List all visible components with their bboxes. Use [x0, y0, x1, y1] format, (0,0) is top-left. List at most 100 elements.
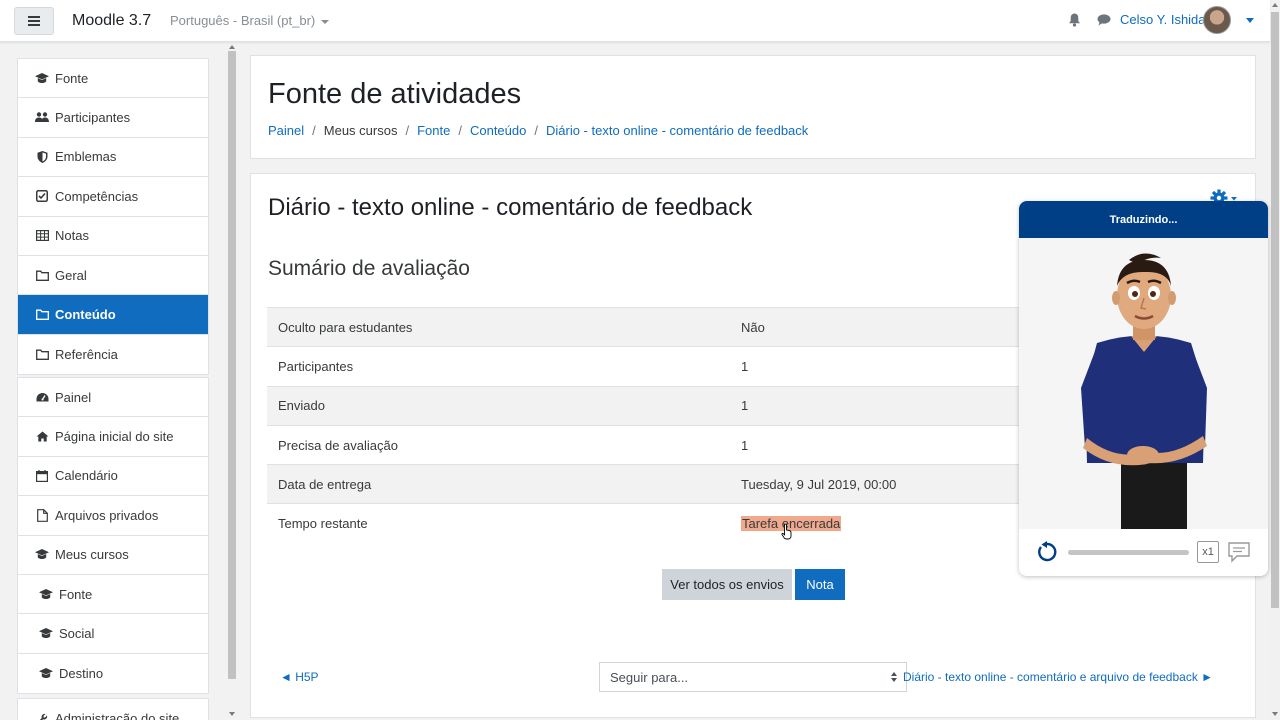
view-all-submissions-button[interactable]: Ver todos os envios: [662, 569, 792, 600]
sidebar-scroll-down[interactable]: [229, 712, 235, 716]
jump-to-select[interactable]: Seguir para...: [599, 662, 907, 692]
sidebar-item-curso-social[interactable]: Social: [18, 614, 208, 654]
language-menu[interactable]: Português - Brasil (pt_br): [170, 13, 330, 28]
scroll-up-arrow-icon[interactable]: [1272, 3, 1278, 7]
page-header-card: Fonte de atividades Painel / Meus cursos…: [250, 55, 1256, 159]
user-name[interactable]: Celso Y. Ishida: [1120, 12, 1206, 27]
replay-icon[interactable]: [1036, 541, 1058, 566]
vlibras-avatar-stage: [1019, 238, 1268, 529]
page-title: Fonte de atividades: [268, 78, 522, 110]
sidebar-item-label: Arquivos privados: [55, 507, 159, 523]
mouse-cursor-icon: [781, 523, 792, 543]
sidebar-scroll-up[interactable]: [229, 45, 235, 49]
site-nav-group: Painel Página inicial do site Calendário…: [17, 377, 209, 695]
sign-language-avatar: [1081, 253, 1207, 529]
sidebar-item-label: Fonte: [59, 586, 93, 602]
sidebar-item-competencias[interactable]: Competências: [18, 177, 208, 217]
sidebar-scrollbar[interactable]: [228, 51, 236, 679]
chat-bubble-icon[interactable]: [1097, 14, 1111, 29]
jump-to-label: Seguir para...: [610, 669, 689, 685]
sidebar-item-calendario[interactable]: Calendário: [18, 457, 208, 497]
sidebar-item-fonte[interactable]: Fonte: [18, 59, 208, 99]
sidebar-item-arquivos-privados[interactable]: Arquivos privados: [18, 496, 208, 536]
grading-summary-heading: Sumário de avaliação: [268, 257, 470, 280]
chevron-down-icon: [321, 19, 330, 24]
sidebar-item-painel[interactable]: Painel: [18, 378, 208, 418]
sidebar-item-label: Fonte: [55, 70, 89, 86]
dashboard-icon: [35, 391, 49, 404]
breadcrumb: Painel / Meus cursos / Fonte / Conteúdo …: [268, 123, 808, 138]
folder-icon: [35, 269, 49, 282]
speed-button[interactable]: x1: [1197, 541, 1219, 563]
graduation-cap-icon: [35, 72, 49, 85]
vlibras-controls: x1: [1019, 529, 1268, 576]
avatar[interactable]: [1203, 6, 1231, 34]
sidebar-item-label: Painel: [55, 389, 92, 405]
vlibras-widget: Traduzindo... x1: [1019, 201, 1268, 576]
row-label: Data de entrega: [267, 464, 730, 504]
sidebar-item-label: Administração do site: [55, 711, 180, 720]
sidebar-item-conteudo[interactable]: Conteúdo: [18, 295, 208, 335]
menu-toggle-button[interactable]: [14, 7, 54, 35]
breadcrumb-meus-cursos: Meus cursos: [323, 123, 398, 138]
wrench-icon: [35, 712, 49, 720]
sidebar-item-curso-destino[interactable]: Destino: [18, 654, 208, 693]
breadcrumb-atividade[interactable]: Diário - texto online - comentário de fe…: [546, 123, 808, 138]
row-label: Participantes: [267, 346, 730, 387]
grade-button[interactable]: Nota: [795, 569, 845, 600]
sidebar-item-label: Calendário: [55, 468, 118, 484]
activity-title: Diário - texto online - comentário de fe…: [268, 194, 753, 221]
users-icon: [35, 111, 49, 124]
page-scrollbar[interactable]: [1270, 0, 1280, 720]
graduation-cap-icon: [39, 667, 53, 680]
row-label: Precisa de avaliação: [267, 424, 730, 465]
sidebar-item-geral[interactable]: Geral: [18, 256, 208, 296]
breadcrumb-fonte[interactable]: Fonte: [417, 123, 450, 138]
select-arrows-icon: [891, 672, 897, 682]
check-square-icon: [35, 190, 49, 203]
row-label: Oculto para estudantes: [267, 306, 730, 347]
shield-icon: [35, 150, 49, 163]
home-icon: [35, 430, 49, 443]
scroll-down-arrow-icon[interactable]: [1272, 712, 1278, 716]
calendar-icon: [35, 469, 49, 482]
user-menu-chevron-icon[interactable]: [1246, 18, 1254, 23]
sidebar-item-label: Social: [59, 626, 95, 642]
sidebar-item-notas[interactable]: Notas: [18, 217, 208, 256]
row-label: Tempo restante: [267, 503, 730, 544]
breadcrumb-painel[interactable]: Painel: [268, 123, 304, 138]
scrollbar-thumb[interactable]: [1271, 12, 1279, 608]
sidebar-item-label: Competências: [55, 188, 139, 204]
site-brand[interactable]: Moodle 3.7: [72, 12, 151, 30]
sidebar-item-meus-cursos[interactable]: Meus cursos: [18, 536, 208, 575]
bell-icon[interactable]: [1068, 13, 1081, 30]
sidebar-item-curso-fonte[interactable]: Fonte: [18, 575, 208, 615]
sidebar-item-administracao[interactable]: Administração do site: [18, 699, 208, 720]
sidebar-item-label: Notas: [55, 228, 89, 244]
prev-activity-link[interactable]: ◄ H5P: [280, 670, 319, 684]
subtitles-icon[interactable]: [1227, 541, 1251, 566]
nav-drawer: Fonte Participantes Emblemas Competência…: [0, 43, 237, 720]
graduation-cap-icon: [39, 588, 53, 601]
sidebar-item-label: Meus cursos: [55, 547, 129, 563]
vlibras-progress-bar[interactable]: [1068, 550, 1189, 555]
language-label: Português - Brasil (pt_br): [170, 13, 316, 28]
sidebar-item-participantes[interactable]: Participantes: [18, 98, 208, 138]
breadcrumb-separator: /: [405, 123, 410, 138]
hamburger-icon: [28, 16, 40, 26]
next-activity-link[interactable]: Diário - texto online - comentário e arq…: [903, 670, 1213, 684]
row-label: Enviado: [267, 385, 730, 426]
breadcrumb-separator: /: [534, 123, 538, 138]
course-nav-group: Fonte Participantes Emblemas Competência…: [17, 58, 209, 376]
breadcrumb-separator: /: [312, 123, 316, 138]
sidebar-item-referencia[interactable]: Referência: [18, 335, 208, 374]
sidebar-item-pagina-inicial[interactable]: Página inicial do site: [18, 417, 208, 457]
breadcrumb-separator: /: [458, 123, 462, 138]
breadcrumb-conteudo[interactable]: Conteúdo: [470, 123, 526, 138]
top-navbar: Moodle 3.7 Português - Brasil (pt_br) Ce…: [0, 0, 1270, 42]
sidebar-item-label: Página inicial do site: [55, 429, 174, 445]
vlibras-status: Traduzindo...: [1019, 201, 1268, 238]
admin-nav-group: Administração do site: [17, 698, 209, 720]
sidebar-item-emblemas[interactable]: Emblemas: [18, 138, 208, 178]
folder-icon: [35, 348, 49, 361]
